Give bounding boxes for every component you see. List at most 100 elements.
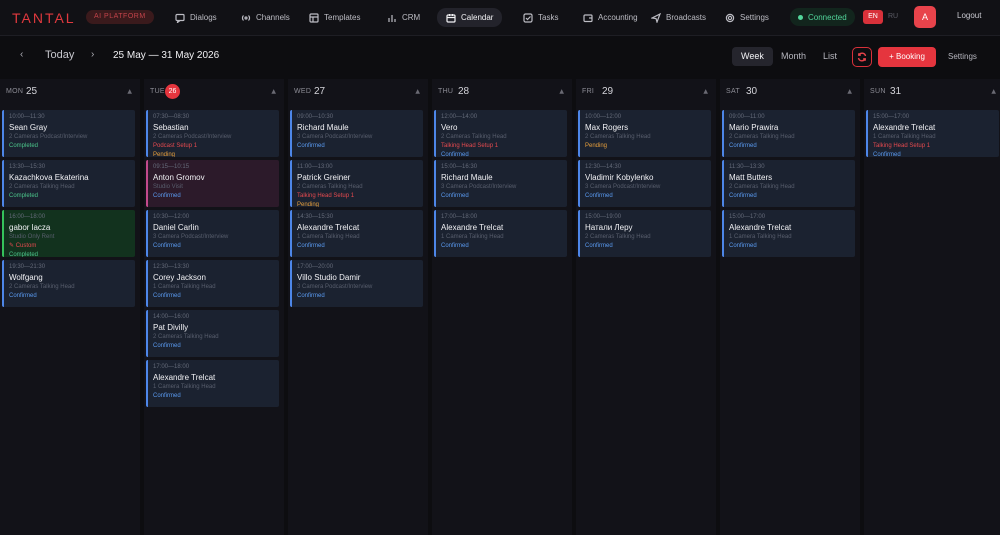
nav-tasks[interactable]: Tasks bbox=[514, 8, 567, 27]
booking-card[interactable]: 10:00—12:00 Max Rogers 2 Cameras Talking H… bbox=[578, 110, 711, 157]
booking-card[interactable]: 15:00—17:00 Alexandre Trelcat 1 Camera Tal… bbox=[722, 210, 855, 257]
booking-card[interactable]: 09:15—10:15 Anton Gromov Studio Visit Confi… bbox=[146, 160, 279, 207]
day-column-sat[interactable]: SAT 30 ▲ 09:00—11:00 Mario Prawira 2 Cameras … bbox=[720, 79, 860, 535]
booking-card[interactable]: 15:00—16:30 Richard Maule 3 Camera Podcast… bbox=[434, 160, 567, 207]
booking-card[interactable]: 07:30—08:30 Sebastian 2 Cameras Podcast/In… bbox=[146, 110, 279, 157]
wallet-icon bbox=[583, 13, 593, 22]
nav-calendar[interactable]: Calendar bbox=[437, 8, 503, 27]
day-column-tue[interactable]: TUE 26 ▲ 07:30—08:30 Sebastian 2 Cameras Podc… bbox=[144, 79, 284, 535]
collapse-caret-icon[interactable]: ▲ bbox=[991, 88, 996, 95]
nav-channels[interactable]: Channels bbox=[232, 8, 299, 27]
booking-client-name: Alexandre Trelcat bbox=[873, 123, 936, 132]
booking-status: Pending bbox=[585, 143, 608, 149]
booking-time: 14:30—15:30 bbox=[297, 214, 334, 220]
day-column-thu[interactable]: THU 28 ▲ 12:00—14:00 Vero 2 Cameras Talking H… bbox=[432, 79, 572, 535]
chat-icon bbox=[175, 13, 185, 23]
booking-card[interactable]: 17:00—18:00 Alexandre Trelcat 1 Camera Tal… bbox=[434, 210, 567, 257]
booking-time: 16:00—18:00 bbox=[9, 214, 46, 220]
booking-card[interactable]: 17:00—18:00 Alexandre Trelcat 1 Camera Tal… bbox=[146, 360, 279, 407]
logout-button[interactable]: Logout bbox=[957, 11, 981, 20]
day-column-sun[interactable]: SUN 31 ▲ 15:00—17:00 Alexandre Trelcat 1 Came… bbox=[864, 79, 1000, 535]
booking-card[interactable]: 10:30—12:00 Daniel Carlin 3 Camera Podcast… bbox=[146, 210, 279, 257]
booking-client-name: Mario Prawira bbox=[729, 123, 779, 132]
booking-client-name: Richard Maule bbox=[297, 123, 349, 132]
booking-service: 2 Cameras Talking Head bbox=[9, 184, 75, 190]
booking-service: 3 Camera Podcast/Interview bbox=[585, 184, 661, 190]
view-list-button[interactable]: List bbox=[814, 47, 846, 66]
booking-status: Completed bbox=[9, 193, 39, 199]
booking-card[interactable]: 12:00—14:00 Vero 2 Cameras Talking Head Tal… bbox=[434, 110, 567, 157]
nav-accounting[interactable]: Accounting bbox=[574, 8, 647, 27]
user-avatar[interactable]: A bbox=[914, 6, 936, 28]
view-week-button[interactable]: Week bbox=[732, 47, 773, 66]
booking-client-name: Pat Divilly bbox=[153, 323, 189, 332]
day-column-wed[interactable]: WED 27 ▲ 09:00—10:30 Richard Maule 3 Camera P… bbox=[288, 79, 428, 535]
booking-card[interactable]: 09:00—11:00 Mario Prawira 2 Cameras Talkin… bbox=[722, 110, 855, 157]
booking-service: 1 Camera Talking Head bbox=[153, 284, 216, 290]
booking-client-name: Alexandre Trelcat bbox=[441, 223, 504, 232]
collapse-caret-icon[interactable]: ▲ bbox=[415, 88, 420, 95]
nav-broadcasts[interactable]: Broadcasts bbox=[642, 8, 715, 27]
booking-time: 13:30—15:30 bbox=[9, 164, 46, 170]
booking-card[interactable]: 16:00—18:00 gabor lacza Studio Only Rent ✎ … bbox=[2, 210, 135, 257]
booking-status: Pending bbox=[297, 202, 320, 207]
booking-status: Confirmed bbox=[297, 293, 325, 299]
view-month-button[interactable]: Month bbox=[772, 47, 815, 66]
booking-time: 17:00—20:00 bbox=[297, 264, 334, 270]
collapse-caret-icon[interactable]: ▲ bbox=[127, 88, 132, 95]
booking-card[interactable]: 09:00—10:30 Richard Maule 3 Camera Podcast… bbox=[290, 110, 423, 157]
nav-settings[interactable]: Settings bbox=[716, 8, 778, 27]
today-button[interactable]: Today bbox=[45, 49, 74, 61]
booking-card[interactable]: 12:30—13:30 Corey Jackson 1 Camera Talking… bbox=[146, 260, 279, 307]
nav-dialogs[interactable]: Dialogs bbox=[166, 8, 226, 27]
booking-status: Confirmed bbox=[729, 243, 757, 249]
day-column-mon[interactable]: MON 25 ▲ 10:00—11:30 Sean Gray 2 Cameras Podc… bbox=[0, 79, 140, 535]
booking-time: 15:00—17:00 bbox=[729, 214, 766, 220]
booking-client-name: Richard Maule bbox=[441, 173, 493, 182]
booking-service: Studio Only Rent bbox=[9, 234, 55, 240]
day-number: 28 bbox=[458, 86, 470, 97]
booking-card[interactable]: 10:00—11:30 Sean Gray 2 Cameras Podcast/In… bbox=[2, 110, 135, 157]
collapse-caret-icon[interactable]: ▲ bbox=[559, 88, 564, 95]
booking-card[interactable]: 13:30—15:30 Kazachkova Ekaterina 2 Cameras… bbox=[2, 160, 135, 207]
prev-week-button[interactable]: ‹ bbox=[20, 49, 23, 60]
booking-time: 12:30—13:30 bbox=[153, 264, 190, 270]
language-ru-button[interactable]: RU bbox=[888, 10, 898, 24]
day-header: TUE 26 ▲ bbox=[144, 79, 284, 103]
booking-card[interactable]: 14:00—16:00 Pat Divilly 2 Cameras Talking … bbox=[146, 310, 279, 357]
booking-card[interactable]: 14:30—15:30 Alexandre Trelcat 1 Camera Tal… bbox=[290, 210, 423, 257]
booking-setup-note: Talking Head Setup 1 bbox=[873, 143, 931, 149]
next-week-button[interactable]: › bbox=[91, 49, 94, 60]
language-en-button[interactable]: EN bbox=[863, 10, 883, 24]
booking-client-name: Wolfgang bbox=[9, 273, 43, 282]
booking-client-name: Daniel Carlin bbox=[153, 223, 199, 232]
nav-templates[interactable]: Templates bbox=[300, 8, 369, 27]
booking-card[interactable]: 15:00—17:00 Alexandre Trelcat 1 Camera Tal… bbox=[866, 110, 999, 157]
collapse-caret-icon[interactable]: ▲ bbox=[847, 88, 852, 95]
day-name: MON bbox=[6, 88, 24, 95]
booking-card[interactable]: 17:00—20:00 Villo Studio Damir 3 Camera Po… bbox=[290, 260, 423, 307]
new-booking-button[interactable]: + Booking bbox=[878, 47, 936, 67]
nav-label: Tasks bbox=[538, 13, 559, 22]
send-icon bbox=[651, 12, 661, 23]
booking-card[interactable]: 12:30—14:30 Vladimir Kobylenko 3 Camera Po… bbox=[578, 160, 711, 207]
booking-time: 17:00—18:00 bbox=[153, 364, 190, 370]
booking-card[interactable]: 19:30—21:30 Wolfgang 2 Cameras Talking Hea… bbox=[2, 260, 135, 307]
booking-card[interactable]: 15:00—19:00 Натали Леру 2 Cameras Talking … bbox=[578, 210, 711, 257]
day-number: 30 bbox=[746, 86, 758, 97]
collapse-caret-icon[interactable]: ▲ bbox=[703, 88, 708, 95]
nav-crm[interactable]: CRM bbox=[378, 8, 429, 27]
app-logo[interactable]: TANTAL bbox=[12, 10, 76, 26]
booking-status: Completed bbox=[9, 143, 39, 149]
booking-card[interactable]: 11:30—13:30 Matt Butters 2 Cameras Talking… bbox=[722, 160, 855, 207]
booking-time: 15:00—16:30 bbox=[441, 164, 478, 170]
calendar-settings-button[interactable]: Settings bbox=[948, 52, 977, 61]
booking-client-name: Sean Gray bbox=[9, 123, 48, 132]
booking-card[interactable]: 11:00—13:00 Patrick Greiner 2 Cameras Talk… bbox=[290, 160, 423, 207]
collapse-caret-icon[interactable]: ▲ bbox=[271, 88, 276, 95]
booking-service: 3 Camera Podcast/Interview bbox=[297, 134, 373, 140]
day-column-fri[interactable]: FRI 29 ▲ 10:00—12:00 Max Rogers 2 Cameras Tal… bbox=[576, 79, 716, 535]
refresh-button[interactable] bbox=[852, 47, 872, 67]
day-name: SUN bbox=[870, 88, 886, 95]
booking-client-name: Max Rogers bbox=[585, 123, 629, 132]
